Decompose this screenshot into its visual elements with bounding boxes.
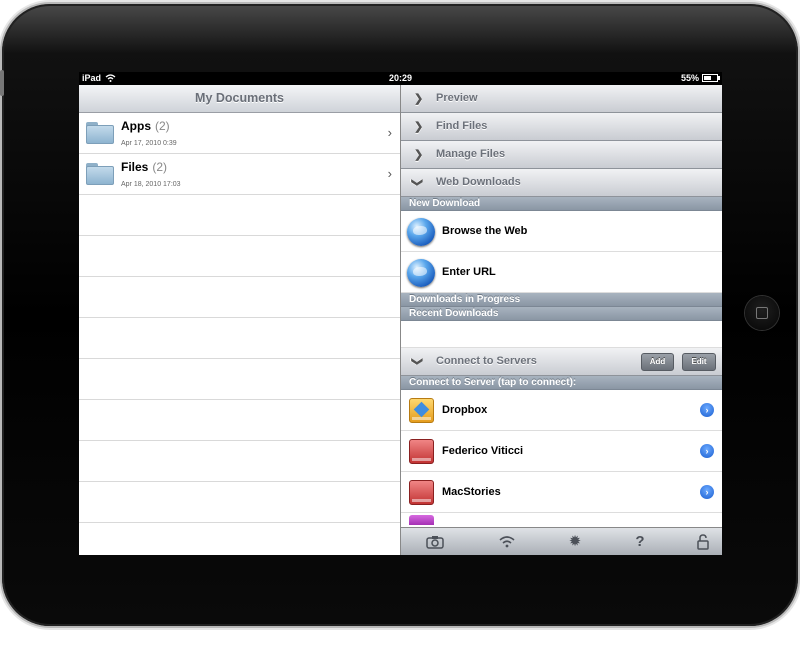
volume-button (0, 70, 4, 96)
downloads-in-progress-header: Downloads in Progress (401, 293, 722, 307)
disclosure-icon[interactable]: › (700, 485, 714, 499)
empty-row (79, 359, 400, 400)
section-manage-files[interactable]: ❯ Manage Files (401, 141, 722, 169)
section-find-files[interactable]: ❯ Find Files (401, 113, 722, 141)
disclosure-icon[interactable]: › (700, 444, 714, 458)
chevron-right-icon: ❯ (414, 121, 424, 133)
new-download-header: New Download (401, 197, 722, 211)
chevron-down-icon: ❯ (411, 177, 424, 188)
battery-percent: 55% (680, 73, 699, 83)
documents-title: My Documents (79, 85, 400, 113)
folder-name: Apps (121, 119, 151, 133)
lock-icon[interactable] (691, 532, 715, 552)
folder-count: (2) (155, 119, 170, 133)
empty-row (79, 400, 400, 441)
server-item-dropbox[interactable]: Dropbox › (401, 390, 722, 431)
section-web-downloads[interactable]: ❯ Web Downloads (401, 169, 722, 197)
folder-row-apps[interactable]: Apps (2) Apr 17, 2010 0:39 › (79, 113, 400, 154)
chevron-right-icon: ❯ (414, 93, 424, 105)
status-bar: iPad 20:29 55% (79, 72, 722, 85)
add-server-button[interactable]: Add (641, 353, 674, 371)
camera-icon[interactable] (423, 532, 447, 552)
edit-servers-button[interactable]: Edit (682, 353, 716, 371)
battery-icon (702, 74, 720, 82)
chevron-right-icon: › (387, 166, 392, 181)
clock: 20:29 (388, 73, 413, 83)
folder-date: Apr 18, 2010 17:03 (121, 181, 181, 188)
disclosure-icon[interactable]: › (700, 403, 714, 417)
home-square-icon (756, 307, 768, 319)
empty-row (79, 482, 400, 523)
browse-web-item[interactable]: Browse the Web (401, 211, 722, 252)
servers-header: Connect to Server (tap to connect): (401, 376, 722, 390)
server-name: MacStories (442, 486, 501, 498)
gear-icon[interactable]: ✹ (563, 532, 587, 552)
section-connect-servers[interactable]: ❯ Connect to Servers Add Edit (401, 348, 722, 376)
folder-row-files[interactable]: Files (2) Apr 18, 2010 17:03 › (79, 154, 400, 195)
bottom-toolbar: ✹ ? (401, 527, 722, 555)
item-label: Enter URL (442, 266, 496, 278)
section-label: Find Files (436, 120, 488, 132)
globe-icon (407, 218, 435, 246)
recent-downloads-empty (401, 321, 722, 348)
folder-icon (86, 163, 114, 185)
server-name: Federico Viticci (442, 445, 524, 457)
drive-icon (409, 439, 434, 464)
folder-name: Files (121, 160, 149, 174)
wifi-icon[interactable] (495, 532, 519, 552)
drive-icon (409, 480, 434, 505)
server-name: Dropbox (442, 404, 488, 416)
server-item-federico[interactable]: Federico Viticci › (401, 431, 722, 472)
empty-row (79, 236, 400, 277)
section-preview[interactable]: ❯ Preview (401, 85, 722, 113)
empty-row (79, 441, 400, 482)
actions-pane: ❯ Preview ❯ Find Files ❯ Manage Files ❯ Web … (401, 85, 722, 555)
chevron-down-icon: ❯ (411, 356, 424, 367)
empty-row (79, 195, 400, 236)
home-button[interactable] (745, 296, 779, 330)
drive-icon (409, 515, 434, 525)
chevron-right-icon: ❯ (414, 149, 424, 161)
chevron-right-icon: › (387, 125, 392, 140)
globe-icon (407, 259, 435, 287)
dropbox-drive-icon (409, 398, 434, 423)
item-label: Browse the Web (442, 225, 528, 237)
recent-downloads-header: Recent Downloads (401, 307, 722, 321)
section-label: Web Downloads (436, 176, 521, 188)
folder-count: (2) (152, 160, 168, 174)
empty-row (79, 277, 400, 318)
section-label: Connect to Servers (436, 355, 537, 367)
folder-date: Apr 17, 2010 0:39 (121, 140, 177, 147)
section-label: Preview (436, 92, 478, 104)
enter-url-item[interactable]: Enter URL (401, 252, 722, 293)
screen: iPad 20:29 55% My Documents Apps (2) Apr … (79, 72, 722, 555)
documents-pane: My Documents Apps (2) Apr 17, 2010 0:39 ›… (79, 85, 401, 555)
section-label: Manage Files (436, 148, 506, 160)
server-item-macstories[interactable]: MacStories › (401, 472, 722, 513)
folder-icon (86, 122, 114, 144)
empty-row (79, 318, 400, 359)
help-icon[interactable]: ? (628, 532, 652, 552)
